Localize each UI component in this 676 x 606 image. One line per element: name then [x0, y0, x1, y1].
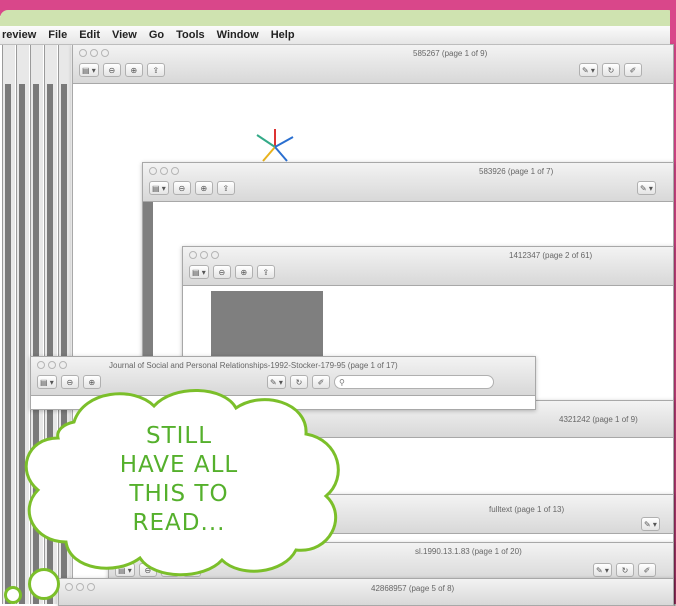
thought-bubble-large — [28, 568, 60, 600]
window-title: 4321242 (page 1 of 9) — [559, 415, 638, 424]
window-title: fulltext (page 1 of 13) — [489, 505, 565, 514]
callout-line: THIS TO — [129, 481, 229, 507]
window-toolbar: 1412347 (page 2 of 61) ▤ ▾ ⊖ ⊕ ⇪ — [183, 247, 673, 286]
window-controls[interactable] — [79, 49, 109, 57]
annotate-button[interactable]: ✎ ▾ — [593, 563, 612, 577]
window-toolbar: fulltext (page 1 of 13) ✎ ▾ — [301, 495, 673, 534]
close-icon[interactable] — [79, 49, 87, 57]
share-button[interactable]: ⇪ — [216, 181, 235, 195]
menu-view[interactable]: View — [112, 29, 137, 41]
callout-line: STILL — [145, 423, 213, 449]
share-button[interactable]: ⇪ — [256, 265, 275, 279]
sidebar-button[interactable]: ▤ ▾ — [189, 265, 209, 279]
menu-file[interactable]: File — [48, 29, 67, 41]
window-toolbar: 585267 (page 1 of 9) ▤ ▾ ⊖ ⊕ ⇪ ✎ ▾ ↻ ✐ — [73, 45, 673, 84]
zoom-in-button[interactable]: ⊕ — [234, 265, 253, 279]
menu-go[interactable]: Go — [149, 29, 164, 41]
zoom-out-button[interactable]: ⊖ — [212, 265, 231, 279]
menu-bar: review File Edit View Go Tools Window He… — [0, 26, 670, 45]
callout-line: HAVE ALL — [119, 452, 239, 478]
window-toolbar: 583926 (page 1 of 7) ▤ ▾ ⊖ ⊕ ⇪ ✎ ▾ — [143, 163, 673, 202]
window-controls[interactable] — [37, 361, 67, 369]
menu-tools[interactable]: Tools — [176, 29, 205, 41]
window-controls[interactable] — [189, 251, 219, 259]
close-icon[interactable] — [65, 583, 73, 591]
window-title: 1412347 (page 2 of 61) — [509, 251, 593, 260]
zoom-icon[interactable] — [59, 361, 67, 369]
share-button[interactable]: ⇪ — [146, 63, 165, 77]
window-toolbar: 42868957 (page 5 of 8) — [59, 579, 673, 606]
close-icon[interactable] — [189, 251, 197, 259]
menu-window[interactable]: Window — [217, 29, 259, 41]
annotate-button[interactable]: ✎ ▾ — [641, 517, 660, 531]
minimize-icon[interactable] — [48, 361, 56, 369]
thought-bubble-small — [4, 586, 22, 604]
annotate-button[interactable]: ✎ ▾ — [637, 181, 656, 195]
callout-line: READ... — [132, 510, 226, 536]
zoom-icon[interactable] — [101, 49, 109, 57]
rotate-button[interactable]: ↻ — [601, 63, 620, 77]
menu-edit[interactable]: Edit — [79, 29, 100, 41]
window-title: sl.1990.13.1.83 (page 1 of 20) — [415, 547, 522, 556]
window-title: 585267 (page 1 of 9) — [413, 49, 488, 58]
rotate-button[interactable]: ↻ — [615, 563, 634, 577]
zoom-in-button[interactable]: ⊕ — [194, 181, 213, 195]
zoom-in-button[interactable]: ⊕ — [124, 63, 143, 77]
thought-cloud: STILL HAVE ALL THIS TO READ... — [14, 382, 354, 582]
minimize-icon[interactable] — [160, 167, 168, 175]
zoom-icon[interactable] — [171, 167, 179, 175]
sidebar-button[interactable]: ▤ ▾ — [79, 63, 99, 77]
edit-button[interactable]: ✐ — [623, 63, 642, 77]
annotate-button[interactable]: ✎ ▾ — [579, 63, 598, 77]
document-window[interactable]: 42868957 (page 5 of 8) — [58, 578, 674, 606]
window-title: 583926 (page 1 of 7) — [479, 167, 554, 176]
app-menu[interactable]: review — [2, 29, 36, 41]
sidebar-button[interactable]: ▤ ▾ — [149, 181, 169, 195]
window-title: Journal of Social and Personal Relations… — [109, 361, 398, 370]
window-title: 42868957 (page 5 of 8) — [371, 584, 455, 593]
close-icon[interactable] — [149, 167, 157, 175]
zoom-out-button[interactable]: ⊖ — [102, 63, 121, 77]
menu-help[interactable]: Help — [271, 29, 295, 41]
edit-button[interactable]: ✐ — [637, 563, 656, 577]
minimize-icon[interactable] — [90, 49, 98, 57]
window-controls[interactable] — [149, 167, 179, 175]
search-input[interactable]: ⚲ — [333, 375, 494, 389]
minimize-icon[interactable] — [200, 251, 208, 259]
zoom-icon[interactable] — [87, 583, 95, 591]
window-controls[interactable] — [65, 583, 95, 591]
callout-text: STILL HAVE ALL THIS TO READ... — [120, 422, 239, 538]
zoom-out-button[interactable]: ⊖ — [172, 181, 191, 195]
minimize-icon[interactable] — [76, 583, 84, 591]
close-icon[interactable] — [37, 361, 45, 369]
zoom-icon[interactable] — [211, 251, 219, 259]
document-logo-icon — [256, 129, 294, 162]
